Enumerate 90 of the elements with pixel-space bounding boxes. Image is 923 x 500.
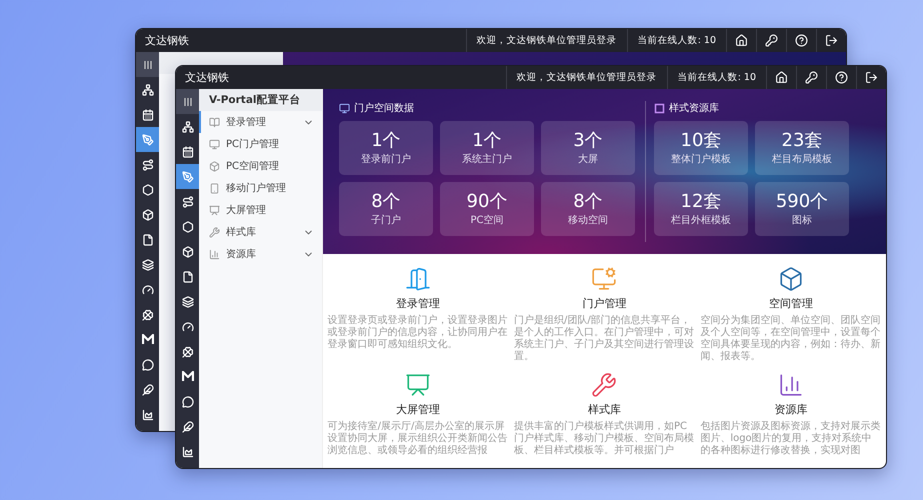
stat-label: 移动空间 [568, 214, 608, 227]
stat-label: 整体门户模板 [671, 152, 731, 166]
cube-icon [142, 208, 154, 220]
feather-icon [142, 384, 154, 396]
app-title: 文达钢铁 [184, 70, 230, 85]
home-icon [775, 71, 788, 84]
stat-label: 栏目外框模板 [671, 214, 731, 227]
key-icon [805, 71, 818, 84]
feature-description: 门户是组织/团队/部门的信息共享平台，是个人的工作入口。在门户管理中，可对系统主门户、子门户及其空间进行管理设置。 [514, 315, 695, 363]
frame-icon [654, 102, 665, 114]
menu-icon [142, 60, 152, 70]
feature-title: 门户管理 [582, 296, 626, 311]
stat-value: 3个 [573, 130, 603, 152]
gauge-icon [142, 284, 154, 296]
stat-label: 栏目布局模板 [772, 152, 832, 166]
sidebar-item[interactable]: 资源库 [199, 243, 322, 265]
app-title: 文达钢铁 [144, 33, 190, 48]
stat-value: 590个 [776, 191, 828, 213]
feature-description: 提供丰富的门户模板样式供调用，如PC门户样式库、移动门户模板、空间布局模板、栏目样式模板等。并可根据门户 [514, 421, 695, 457]
sitemap-icon [142, 84, 154, 96]
sidebar-item[interactable]: 移动门户管理 [199, 177, 322, 199]
clover-icon [182, 346, 194, 358]
stat-value: 1个 [472, 130, 502, 152]
phone-icon [209, 182, 220, 194]
cube-icon [182, 246, 194, 258]
wrench-icon [209, 226, 220, 238]
section-heading: 样式资源库 [669, 102, 719, 115]
feature-description: 空间分为集团空间、单位空间、团队空间及个人空间等，在空间管理中，设置每个空间具体要呈现的内容，例如：待办、新闻、报表等。 [700, 315, 882, 363]
logout-icon [825, 34, 838, 47]
chart-icon [182, 446, 194, 458]
stat-label: 大屏 [578, 152, 598, 166]
stat-value: 8个 [371, 191, 401, 213]
route-icon [182, 196, 194, 208]
stat-label: 子门户 [371, 214, 401, 227]
sidebar-heading: V-Portal配置平台 [199, 89, 322, 111]
feature-description: 设置登录页或登录前门户，设置登录图片或登录前门户的信息内容，让协同用户在登录窗口即可感知组织文化。 [328, 315, 509, 351]
pen-tool-icon [142, 134, 154, 146]
feature-description: 包括图片资源及图标资源，支持对展示类图片、logo图片的复用，支持对系统中的各种图标进行修改替换，实现对图 [700, 421, 882, 457]
feature-title: 登录管理 [396, 296, 440, 311]
feature-title: 空间管理 [768, 296, 813, 311]
feature-title: 样式库 [588, 402, 621, 417]
help-icon [795, 34, 808, 47]
sidebar-item[interactable]: 大屏管理 [199, 199, 322, 221]
clover-icon [142, 308, 154, 320]
sidebar-item[interactable]: PC空间管理 [199, 155, 322, 177]
stat-label: PC空间 [470, 214, 504, 227]
hexagon-icon [142, 184, 154, 196]
stat-label: 图标 [792, 214, 812, 227]
file-icon [142, 234, 154, 246]
stat-value: 10套 [680, 130, 722, 152]
home-icon [735, 34, 748, 47]
book-icon [209, 116, 220, 128]
sidebar-item[interactable]: PC门户管理 [199, 133, 322, 155]
stat-value: 1个 [371, 130, 401, 152]
sitemap-icon [182, 120, 194, 132]
feature-title: 资源库 [774, 402, 808, 417]
layers-icon [142, 258, 154, 270]
bar-chart-icon [209, 248, 220, 260]
calendar-icon [142, 108, 154, 120]
gauge-icon [182, 320, 194, 332]
stat-label: 系统主门户 [462, 152, 512, 166]
sidebar-item[interactable]: 样式库 [199, 221, 322, 243]
layers-icon [182, 296, 194, 308]
presentation-board-icon [209, 204, 220, 216]
monitor-icon [209, 138, 220, 150]
feather-icon [182, 420, 194, 432]
menu-icon [182, 96, 192, 106]
logout-icon [865, 71, 878, 84]
file-icon [182, 270, 194, 282]
m-logo-icon [182, 371, 194, 382]
help-icon [835, 71, 848, 84]
stat-value: 8个 [573, 191, 603, 213]
cube-icon [209, 160, 220, 172]
pen-tool-icon [182, 170, 194, 182]
section-heading: 门户空间数据 [354, 102, 414, 115]
stat-value: 23套 [782, 130, 822, 152]
stat-label: 登录前门户 [361, 152, 411, 166]
chat-icon [182, 396, 194, 408]
calendar-icon [182, 146, 194, 158]
key-icon [765, 34, 778, 47]
m-logo-icon [142, 334, 154, 345]
feature-description: 可为接待室/展示厅/高层办公室的展示屏设置协同大屏，展示组织公开类新闻公告浏览信息、或领导必看的组织经营报 [328, 421, 509, 457]
chart-icon [142, 408, 154, 420]
hexagon-icon [182, 220, 194, 232]
stat-value: 12套 [680, 191, 722, 213]
monitor-icon [339, 102, 350, 114]
chat-icon [142, 358, 154, 370]
route-icon [142, 158, 154, 170]
stat-value: 90个 [466, 191, 508, 213]
feature-title: 大屏管理 [396, 402, 440, 417]
